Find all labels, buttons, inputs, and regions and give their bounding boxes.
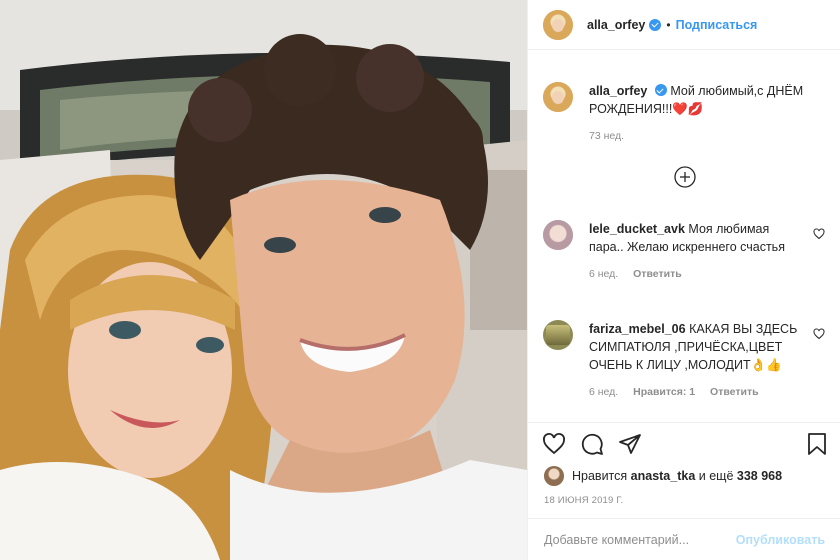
comment-username[interactable]: lele_ducket_avk bbox=[589, 222, 685, 236]
post-photo[interactable] bbox=[0, 0, 527, 560]
likes-count[interactable]: 338 968 bbox=[737, 469, 782, 483]
comment-avatar-photo bbox=[546, 325, 570, 345]
author-avatar-face bbox=[552, 18, 564, 32]
like-heart-icon[interactable] bbox=[542, 432, 566, 456]
post-photo-illustration bbox=[0, 0, 527, 560]
author-avatar[interactable] bbox=[543, 9, 573, 40]
comment-item: lele_ducket_avk Моя любимая пара.. Желаю… bbox=[543, 220, 833, 283]
comment-bubble-icon[interactable] bbox=[580, 432, 604, 456]
like-comment-heart-icon[interactable] bbox=[813, 228, 825, 240]
instagram-post-view: alla_orfey • Подписаться alla_orfey Мой … bbox=[0, 0, 840, 560]
comment-time[interactable]: 6 нед. bbox=[589, 268, 618, 280]
reply-button[interactable]: Ответить bbox=[710, 386, 759, 398]
publish-button[interactable]: Опубликовать bbox=[736, 533, 825, 547]
add-comment-input[interactable] bbox=[544, 533, 736, 547]
load-more-comments-icon[interactable] bbox=[674, 166, 696, 188]
comment-username[interactable]: fariza_mebel_06 bbox=[589, 322, 686, 336]
caption-time[interactable]: 73 нед. bbox=[589, 130, 624, 142]
caption-text-block: alla_orfey Мой любимый,с ДНЁМ РОЖДЕНИЯ!!… bbox=[589, 82, 804, 145]
liked-by-user[interactable]: anasta_tka bbox=[631, 469, 696, 483]
comment-text-block: fariza_mebel_06 КАКАЯ ВЫ ЗДЕСЬ СИМПАТЮЛЯ… bbox=[589, 320, 804, 401]
post-sidebar: alla_orfey • Подписаться alla_orfey Мой … bbox=[527, 0, 840, 560]
comment-time[interactable]: 6 нед. bbox=[589, 386, 618, 398]
post-header: alla_orfey • Подписаться bbox=[528, 0, 840, 50]
comment-text-block: lele_ducket_avk Моя любимая пара.. Желаю… bbox=[589, 220, 804, 283]
comments-list[interactable]: alla_orfey Мой любимый,с ДНЁМ РОЖДЕНИЯ!!… bbox=[528, 50, 840, 422]
like-comment-heart-icon[interactable] bbox=[813, 328, 825, 340]
liked-by-suffix: и ещё bbox=[698, 469, 734, 483]
comment-item: fariza_mebel_06 КАКАЯ ВЫ ЗДЕСЬ СИМПАТЮЛЯ… bbox=[543, 320, 833, 401]
comment-avatar[interactable] bbox=[543, 320, 573, 350]
action-icons bbox=[542, 432, 642, 456]
share-paper-plane-icon[interactable] bbox=[618, 432, 642, 456]
liked-by-avatar[interactable] bbox=[544, 466, 564, 486]
header-separator: • bbox=[666, 17, 671, 32]
post-date[interactable]: 18 ИЮНЯ 2019 Г. bbox=[544, 495, 623, 506]
add-comment-bar: Опубликовать bbox=[528, 518, 840, 560]
save-bookmark-icon[interactable] bbox=[805, 432, 829, 456]
verified-badge-icon bbox=[649, 18, 662, 31]
liked-by-line: Нравится anasta_tka и ещё 338 968 bbox=[544, 466, 782, 486]
comment-avatar[interactable] bbox=[543, 220, 573, 250]
comment-avatar-photo bbox=[543, 220, 573, 250]
comment-meta: 6 нед. Нравится: 1 Ответить bbox=[589, 383, 804, 401]
caption-verified-badge-icon bbox=[654, 84, 667, 96]
caption-avatar[interactable] bbox=[543, 82, 573, 112]
author-username[interactable]: alla_orfey bbox=[587, 18, 645, 32]
caption-meta: 73 нед. bbox=[589, 127, 804, 145]
caption-username[interactable]: alla_orfey bbox=[589, 84, 647, 98]
caption-avatar-face bbox=[552, 91, 564, 104]
comment-likes[interactable]: Нравится: 1 bbox=[633, 386, 695, 398]
caption-item: alla_orfey Мой любимый,с ДНЁМ РОЖДЕНИЯ!!… bbox=[543, 82, 833, 145]
follow-button[interactable]: Подписаться bbox=[676, 18, 758, 32]
reply-button[interactable]: Ответить bbox=[633, 268, 682, 280]
comment-meta: 6 нед. Ответить bbox=[589, 265, 804, 283]
liked-by-prefix: Нравится bbox=[572, 469, 628, 483]
liked-by-avatar-photo bbox=[544, 466, 564, 486]
post-actions: Нравится anasta_tka и ещё 338 968 18 ИЮН… bbox=[528, 422, 840, 560]
